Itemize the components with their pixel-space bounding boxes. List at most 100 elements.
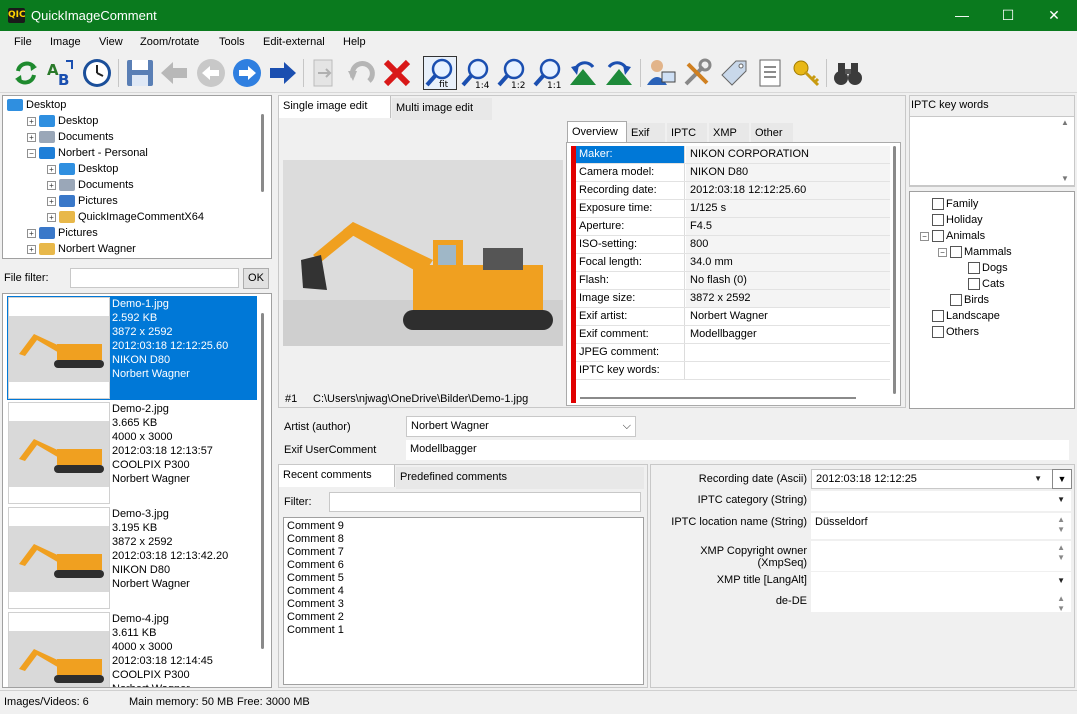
chevron-down-icon[interactable]: ⌵	[623, 417, 631, 436]
keyword-item[interactable]: Landscape	[920, 308, 1000, 324]
metadata-row[interactable]: Aperture: F4.5	[576, 218, 890, 236]
thumbnail-list[interactable]: Demo-1.jpg 2.592 KB 3872 x 2592 2012:03:18 …	[2, 293, 272, 688]
keyword-item[interactable]: Others	[920, 324, 979, 340]
expand-toggle-icon[interactable]: +	[27, 244, 36, 254]
tab-overview[interactable]: Overview	[567, 121, 627, 143]
file-filter-input[interactable]	[70, 268, 239, 288]
rotate-right-icon[interactable]	[603, 57, 635, 89]
keyword-tree[interactable]: Family Holiday − Animals − Mammals Dogs Cats Bir…	[909, 191, 1075, 409]
comment-item[interactable]: Comment 8	[287, 533, 344, 545]
metadata-value[interactable]: NIKON D80	[686, 164, 890, 181]
comment-item[interactable]: Comment 1	[287, 624, 344, 636]
property-field[interactable]: ▲ ▼	[811, 592, 1071, 614]
property-field[interactable]: Düsseldorf ▲ ▼	[811, 513, 1071, 539]
keyword-checkbox[interactable]	[968, 262, 980, 275]
tab-multi-image-edit[interactable]: Multi image edit	[392, 98, 492, 120]
expand-toggle-icon[interactable]: +	[27, 132, 36, 142]
ok-button[interactable]: OK	[243, 268, 269, 289]
keyword-item[interactable]: Cats	[956, 276, 1005, 292]
metadata-row[interactable]: Recording date: 2012:03:18 12:12:25.60	[576, 182, 890, 200]
spin-arrows-icon[interactable]: ▲ ▼	[1057, 594, 1065, 614]
thumbnail-image[interactable]	[8, 297, 110, 399]
scroll-up-icon[interactable]: ▲	[1061, 118, 1069, 127]
folder-tree-scrollbar[interactable]	[261, 114, 264, 192]
iptc-keywords-input[interactable]	[909, 116, 1075, 186]
comment-item[interactable]: Comment 7	[287, 546, 344, 558]
circle-forward-icon[interactable]	[231, 57, 263, 89]
comment-filter-input[interactable]	[329, 492, 641, 512]
user-settings-icon[interactable]	[645, 57, 677, 89]
clock-icon[interactable]	[81, 57, 113, 89]
rename-icon[interactable]: AB	[44, 57, 76, 89]
metadata-value[interactable]: 800	[686, 236, 890, 253]
dropdown-arrow-icon[interactable]: ▼	[1057, 491, 1065, 509]
keyword-checkbox[interactable]	[950, 246, 962, 259]
tab-recent-comments[interactable]: Recent comments	[279, 465, 395, 487]
binoculars-icon[interactable]	[832, 57, 864, 89]
metadata-row[interactable]: Camera model: NIKON D80	[576, 164, 890, 182]
metadata-hscroll[interactable]	[580, 397, 856, 399]
metadata-value[interactable]	[686, 362, 890, 379]
menu-zoom-rotate[interactable]: Zoom/rotate	[140, 36, 199, 48]
expand-toggle-icon[interactable]: +	[47, 212, 56, 222]
folder-tree-item[interactable]: + Desktop	[47, 161, 118, 177]
document-icon[interactable]	[754, 57, 786, 89]
comment-item[interactable]: Comment 6	[287, 559, 344, 571]
keyword-item[interactable]: Holiday	[920, 212, 983, 228]
expand-toggle-icon[interactable]: −	[27, 148, 36, 158]
metadata-grid[interactable]: Maker: NIKON CORPORATION Camera model: NIKO…	[576, 146, 890, 391]
folder-tree-item[interactable]: Desktop	[7, 97, 66, 113]
keyword-checkbox[interactable]	[932, 310, 944, 323]
maximize-button[interactable]: ☐	[985, 0, 1031, 31]
tab-predefined-comments[interactable]: Predefined comments	[396, 467, 644, 489]
keyword-item[interactable]: Family	[920, 196, 978, 212]
metadata-row[interactable]: Image size: 3872 x 2592	[576, 290, 890, 308]
folder-tree-item[interactable]: + Desktop	[27, 113, 98, 129]
folder-tree-item[interactable]: + Documents	[47, 177, 134, 193]
menu-help[interactable]: Help	[343, 36, 366, 48]
property-field[interactable]: ▼	[811, 491, 1071, 511]
metadata-value[interactable]: NIKON CORPORATION	[686, 146, 890, 163]
keyword-item[interactable]: Dogs	[956, 260, 1008, 276]
tag-icon[interactable]	[718, 57, 750, 89]
close-window-button[interactable]: ✕	[1031, 0, 1077, 31]
metadata-value[interactable]: F4.5	[686, 218, 890, 235]
folder-tree-item[interactable]: + Pictures	[27, 225, 98, 241]
menu-view[interactable]: View	[99, 36, 123, 48]
keyword-item[interactable]: − Animals	[920, 228, 985, 244]
menu-tools[interactable]: Tools	[219, 36, 245, 48]
metadata-row[interactable]: Focal length: 34.0 mm	[576, 254, 890, 272]
menu-image[interactable]: Image	[50, 36, 81, 48]
comment-item[interactable]: Comment 3	[287, 598, 344, 610]
undo-gray-icon[interactable]	[345, 57, 377, 89]
comment-item[interactable]: Comment 5	[287, 572, 344, 584]
zoom-1-4-icon[interactable]: 1:4	[460, 57, 492, 91]
folder-tree-item[interactable]: + QuickImageCommentX64	[47, 209, 204, 225]
folder-tree-item[interactable]: + Norbert Wagner	[27, 241, 136, 257]
delete-icon[interactable]	[381, 57, 413, 89]
keyword-checkbox[interactable]	[932, 326, 944, 339]
spin-arrows-icon[interactable]: ▲ ▼	[1057, 543, 1065, 563]
folder-tree-item[interactable]: + Pictures	[47, 193, 118, 209]
recording-date-dropdown-button[interactable]: ▼	[1052, 469, 1072, 489]
forward-icon[interactable]	[267, 57, 299, 89]
metadata-row[interactable]: Exif artist: Norbert Wagner	[576, 308, 890, 326]
metadata-row[interactable]: Exif comment: Modellbagger	[576, 326, 890, 344]
keyword-checkbox[interactable]	[932, 214, 944, 227]
thumbnail-item[interactable]: Demo-2.jpg 3.665 KB 4000 x 3000 2012:03:18 …	[7, 401, 257, 505]
back-gray-icon[interactable]	[158, 57, 190, 89]
property-field[interactable]: ▲ ▼	[811, 541, 1071, 571]
comment-item[interactable]: Comment 4	[287, 585, 344, 597]
user-comment-input[interactable]: Modellbagger	[406, 440, 1069, 460]
menu-edit-external[interactable]: Edit-external	[263, 36, 325, 48]
next-gray-icon[interactable]	[308, 57, 340, 89]
expand-toggle-icon[interactable]: −	[938, 247, 947, 257]
thumbnail-image[interactable]	[8, 402, 110, 504]
metadata-row[interactable]: Flash: No flash (0)	[576, 272, 890, 290]
folder-tree-item[interactable]: − Norbert - Personal	[27, 145, 148, 161]
artist-combo[interactable]: Norbert Wagner ⌵	[406, 416, 636, 437]
keyword-checkbox[interactable]	[932, 230, 944, 243]
thumbnail-item[interactable]: Demo-1.jpg 2.592 KB 3872 x 2592 2012:03:18 …	[7, 296, 257, 400]
metadata-row[interactable]: JPEG comment:	[576, 344, 890, 362]
save-icon[interactable]	[124, 57, 156, 89]
